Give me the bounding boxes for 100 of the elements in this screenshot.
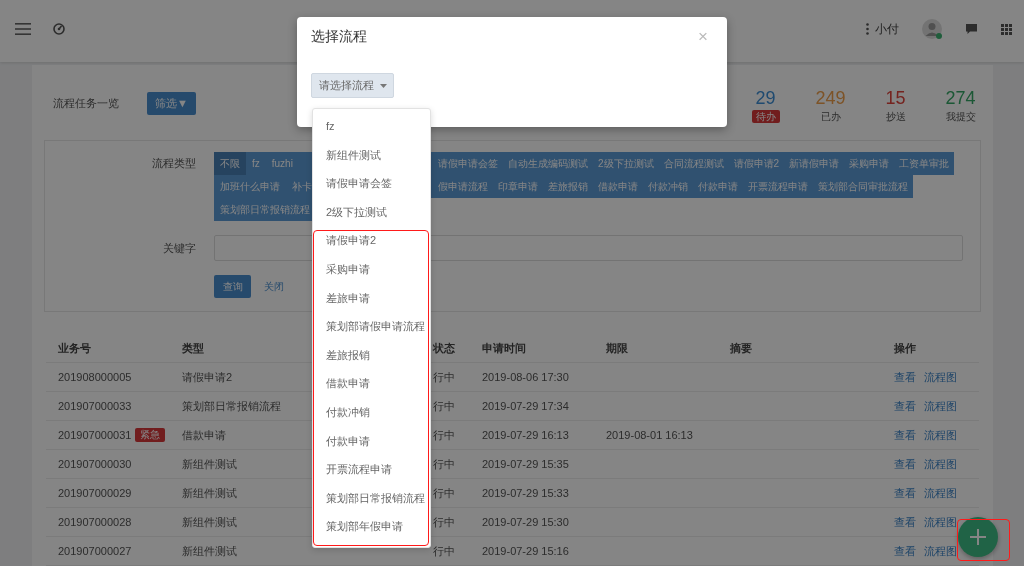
table-cell: 行中 bbox=[433, 427, 455, 443]
action-link[interactable]: 流程图 bbox=[924, 514, 957, 530]
table-cell: 2019-08-01 16:13 bbox=[606, 429, 693, 441]
table-cell: 2019-07-29 15:33 bbox=[482, 487, 569, 499]
filter-button[interactable]: 筛选▼ bbox=[147, 92, 196, 115]
action-link[interactable]: 查看 bbox=[894, 369, 916, 385]
action-link[interactable]: 流程图 bbox=[924, 427, 957, 443]
table-cell: 行中 bbox=[433, 543, 455, 559]
urgent-badge: 紧急 bbox=[135, 428, 166, 442]
gauge-icon[interactable] bbox=[53, 23, 65, 35]
plus-icon bbox=[970, 529, 986, 545]
table-cell: 2019-07-29 15:16 bbox=[482, 545, 569, 557]
menu-item[interactable]: 新组件测试 bbox=[313, 140, 430, 170]
table-cell: 新组件测试 bbox=[182, 514, 237, 530]
table-cell: 行中 bbox=[433, 514, 455, 530]
table-cell: 201907000033 bbox=[58, 400, 132, 412]
action-link[interactable]: 查看 bbox=[894, 456, 916, 472]
field-label: 关键字 bbox=[162, 241, 197, 256]
type-tag[interactable]: 付款申请 bbox=[693, 175, 743, 198]
action-link[interactable]: 查看 bbox=[894, 485, 916, 501]
type-tag[interactable]: 策划部合同审批流程 bbox=[813, 175, 913, 198]
type-tag[interactable]: 不限 bbox=[214, 152, 246, 175]
column-header: 申请时间 bbox=[482, 340, 526, 356]
action-link[interactable]: 查看 bbox=[894, 543, 916, 559]
column-header: 业务号 bbox=[58, 340, 91, 356]
user-name[interactable]: 小付 bbox=[875, 20, 899, 38]
type-tag[interactable]: 新请假申请 bbox=[784, 152, 845, 175]
table-cell: 201907000031 bbox=[58, 429, 132, 441]
type-tag[interactable]: 请假申请2 bbox=[728, 152, 785, 175]
table-cell: 借款申请 bbox=[182, 427, 226, 443]
close-button[interactable]: × bbox=[693, 28, 713, 46]
close-link[interactable]: 关闭 bbox=[264, 279, 284, 294]
table-cell: 新组件测试 bbox=[182, 543, 237, 559]
stat-value[interactable]: 249 bbox=[815, 87, 846, 109]
table-cell: 201907000028 bbox=[58, 516, 132, 528]
highlight-frame bbox=[957, 519, 1010, 561]
menu-item[interactable]: 2级下拉测试 bbox=[313, 197, 430, 227]
caret-icon bbox=[379, 83, 387, 88]
search-button[interactable]: 查询 bbox=[214, 275, 251, 298]
modal-title: 选择流程 bbox=[311, 28, 367, 46]
type-tag[interactable]: 开票流程申请 bbox=[743, 175, 813, 198]
type-tag[interactable]: 付款冲销 bbox=[643, 175, 693, 198]
type-tag[interactable]: 差旅报销 bbox=[543, 175, 593, 198]
action-link[interactable]: 查看 bbox=[894, 398, 916, 414]
action-link[interactable]: 流程图 bbox=[924, 398, 957, 414]
action-link[interactable]: 流程图 bbox=[924, 369, 957, 385]
column-header: 类型 bbox=[182, 340, 204, 356]
stat-label: 抄送 bbox=[885, 110, 906, 123]
table-cell: 行中 bbox=[433, 456, 455, 472]
type-tag[interactable]: 印章申请 bbox=[493, 175, 543, 198]
type-tag[interactable]: 自动生成编码测试 bbox=[503, 152, 593, 175]
type-tag[interactable]: 加班什么申请 bbox=[214, 175, 286, 198]
type-tag[interactable]: 假申请流程 bbox=[433, 175, 493, 198]
count-badge: 待办 bbox=[751, 110, 780, 123]
table-cell: 201907000029 bbox=[58, 487, 132, 499]
action-link[interactable]: 流程图 bbox=[924, 456, 957, 472]
type-tag[interactable]: fuzhi bbox=[265, 152, 299, 175]
table-cell: 行中 bbox=[433, 398, 455, 414]
table-cell: 行中 bbox=[433, 369, 455, 385]
type-tag[interactable]: 2级下拉测试 bbox=[593, 152, 659, 175]
action-link[interactable]: 流程图 bbox=[924, 543, 957, 559]
table-cell: 新组件测试 bbox=[182, 485, 237, 501]
table-cell: 新组件测试 bbox=[182, 456, 237, 472]
field-label: 流程类型 bbox=[151, 156, 197, 171]
column-header: 摘要 bbox=[730, 340, 752, 356]
grid-icon[interactable] bbox=[1001, 23, 1012, 35]
table-cell: 201908000005 bbox=[58, 371, 132, 383]
table-cell: 2019-08-06 17:30 bbox=[482, 371, 569, 383]
action-link[interactable]: 查看 bbox=[894, 427, 916, 443]
stat-value[interactable]: 274 bbox=[945, 87, 976, 109]
type-tag[interactable]: 工资单审批 bbox=[894, 152, 955, 175]
stat-value[interactable]: 15 bbox=[885, 87, 906, 109]
stat-label: 我提交 bbox=[945, 110, 976, 123]
type-tag[interactable]: 合同流程测试 bbox=[658, 152, 729, 175]
table-cell: 201907000030 bbox=[58, 458, 132, 470]
type-tag[interactable]: 借款申请 bbox=[593, 175, 643, 198]
stat-value[interactable]: 29 bbox=[755, 87, 776, 109]
type-tag[interactable]: fz bbox=[246, 152, 266, 175]
action-link[interactable]: 查看 bbox=[894, 514, 916, 530]
table-cell: 2019-07-29 15:35 bbox=[482, 458, 569, 470]
column-header: 期限 bbox=[606, 340, 628, 356]
flow-select[interactable]: 请选择流程 bbox=[311, 73, 394, 98]
table-cell: 策划部日常报销流程 bbox=[182, 398, 281, 414]
table-cell: 201907000027 bbox=[58, 545, 132, 557]
type-tag[interactable]: 采购申请 bbox=[844, 152, 895, 175]
menu-item[interactable]: fz bbox=[313, 112, 430, 141]
action-link[interactable]: 流程图 bbox=[924, 485, 957, 501]
table-cell: 2019-07-29 17:34 bbox=[482, 400, 569, 412]
menu-item[interactable]: 请假申请会签 bbox=[313, 169, 430, 198]
table-cell: 2019-07-29 16:13 bbox=[482, 429, 569, 441]
type-tag[interactable]: 请假申请会签 bbox=[433, 152, 503, 175]
chat-icon[interactable] bbox=[965, 23, 978, 35]
avatar-icon[interactable] bbox=[921, 18, 943, 40]
menu-icon[interactable] bbox=[15, 23, 31, 35]
table-cell: 请假申请2 bbox=[182, 369, 233, 385]
page-title: 流程任务一览 bbox=[53, 96, 119, 111]
kebab-icon[interactable] bbox=[866, 23, 869, 35]
type-tag[interactable]: 策划部日常报销流程 bbox=[214, 198, 316, 221]
column-header: 操作 bbox=[894, 340, 916, 356]
stat-label: 已办 bbox=[820, 110, 841, 123]
